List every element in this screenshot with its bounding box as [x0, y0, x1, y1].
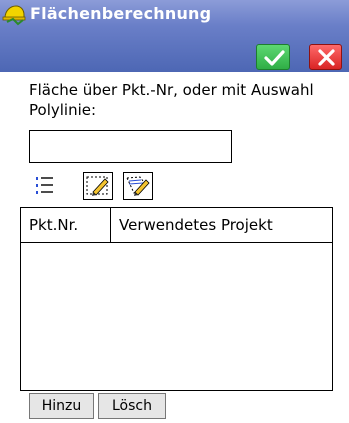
column-header-pkt-nr[interactable]: Pkt.Nr. [21, 208, 111, 242]
title-bar: Flächenberechnung [0, 0, 349, 72]
select-polyline-tool-button[interactable] [123, 172, 153, 200]
delete-button[interactable]: Lösch [98, 393, 166, 419]
list-tool-button[interactable] [31, 172, 61, 200]
ok-button[interactable] [256, 44, 290, 70]
column-header-verwendetes-projekt[interactable]: Verwendetes Projekt [111, 208, 332, 242]
edit-area-tool-button[interactable] [83, 172, 113, 200]
cancel-button[interactable] [309, 44, 342, 70]
select-polyline-icon [126, 176, 150, 196]
table-header: Pkt.Nr. Verwendetes Projekt [21, 208, 332, 243]
close-icon [318, 49, 335, 66]
checkmark-icon [264, 50, 285, 66]
numbered-list-icon [36, 177, 53, 194]
instruction-label: Fläche über Pkt.-Nr, oder mit Auswahl Po… [29, 81, 314, 119]
helmet-icon [2, 5, 26, 26]
points-table[interactable]: Pkt.Nr. Verwendetes Projekt [20, 207, 333, 391]
window-title: Flächenberechnung [30, 4, 212, 23]
edit-area-icon [86, 176, 109, 196]
add-button[interactable]: Hinzu [29, 393, 94, 419]
point-number-input[interactable] [29, 130, 232, 163]
